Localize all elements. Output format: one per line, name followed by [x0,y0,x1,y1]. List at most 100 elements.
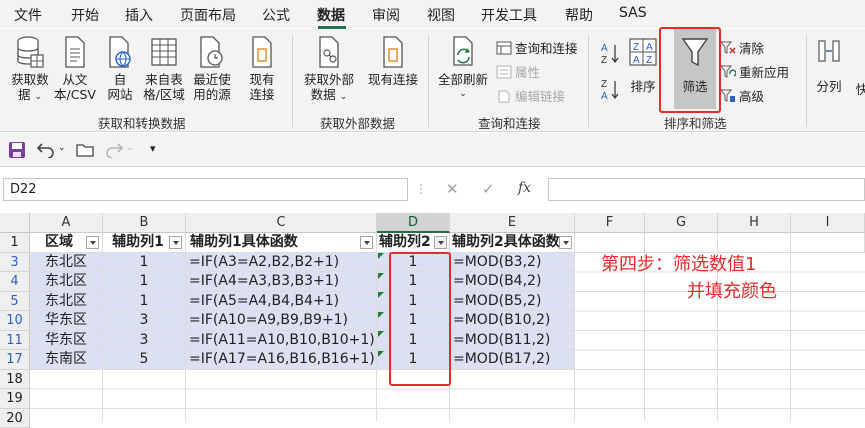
recent-sources-button[interactable]: 最近使 用的源 [190,35,234,102]
menu-developer[interactable]: 开发工具 [481,5,537,25]
from-table-range-button[interactable]: 来自表 格/区域 [140,35,188,102]
region-cell[interactable]: 东南区 [30,350,103,370]
filter-highlight-box [659,27,721,113]
aux1-cell[interactable]: 1 [103,272,186,292]
edit-links-button[interactable]: 编辑链接 [496,86,565,105]
get-external-data-button[interactable]: 获取外部 数据 ⌄ [298,35,360,105]
region-cell[interactable]: 东北区 [30,253,103,273]
column-header-f[interactable]: F [575,213,645,233]
menu-insert[interactable]: 插入 [125,5,153,25]
header-cell-aux2-func[interactable]: 辅助列2具体函数 [450,233,575,253]
name-box[interactable]: D22 [3,178,408,201]
aux1-func-cell[interactable]: =IF(A3=A2,B2,B2+1) [186,253,377,273]
row-header[interactable]: 1 [0,233,30,253]
customize-qat-icon[interactable]: ▾ [150,142,156,155]
column-header-e[interactable]: E [450,213,575,233]
row-header[interactable]: 4 [0,272,30,292]
open-folder-icon[interactable] [76,142,94,162]
aux1-cell[interactable]: 1 [103,253,186,273]
properties-button[interactable]: 属性 [496,62,540,81]
menu-help[interactable]: 帮助 [565,5,593,25]
queries-connections-button[interactable]: 查询和连接 [496,38,578,57]
get-data-label: 获取数 [6,72,54,87]
refresh-all-button[interactable]: 全部刷新 ⌄ [434,35,492,102]
column-header-i[interactable]: I [791,213,865,233]
recent-label: 最近使 [190,72,234,87]
enter-check-icon: ✓ [482,180,495,198]
aux1-cell[interactable]: 5 [103,350,186,370]
filter-dropdown-icon[interactable] [559,236,572,249]
sort-desc-button[interactable]: Z A [600,77,620,105]
from-text-csv-button[interactable]: 从文 本/CSV [52,35,98,102]
get-data-button[interactable]: 获取数 据 ⌄ [6,35,54,105]
menu-formulas[interactable]: 公式 [262,5,290,25]
row-header[interactable]: 11 [0,331,30,351]
aux2-func-cell[interactable]: =MOD(B5,2) [450,292,575,312]
advanced-button[interactable]: 高级 [720,86,764,105]
group-sort-filter-label: 排序和筛选 [664,113,727,132]
aux1-func-cell[interactable]: =IF(A5=A4,B4,B4+1) [186,292,377,312]
aux1-func-cell[interactable]: =IF(A17=A16,B16,B16+1) [186,350,377,370]
aux1-func-cell[interactable]: =IF(A10=A9,B9,B9+1) [186,311,377,331]
cell[interactable] [791,233,865,253]
header-cell-aux1-func[interactable]: 辅助列1具体函数 [186,233,377,253]
filter-dropdown-icon[interactable] [169,236,182,249]
aux2-func-cell[interactable]: =MOD(B11,2) [450,331,575,351]
from-web-button[interactable]: 自 网站 [102,35,138,102]
existing-connections-button[interactable]: 现有 连接 [242,35,282,102]
column-header-c[interactable]: C [186,213,377,233]
cancel-icon: ✕ [446,180,459,198]
sort-button[interactable]: Z A A Z 排序 [626,35,660,94]
reapply-button[interactable]: 重新应用 [720,62,789,81]
aux2-func-cell[interactable]: =MOD(B17,2) [450,350,575,370]
existing-connections-2-button[interactable]: 现有连接 [364,35,422,87]
filter-active-icon[interactable] [434,236,447,249]
text-to-columns-button[interactable]: 分列 [812,35,846,94]
aux1-func-cell[interactable]: =IF(A4=A3,B3,B3+1) [186,272,377,292]
insert-function-icon[interactable]: fx [518,180,531,196]
menu-sas[interactable]: SAS [619,5,647,21]
chevron-down-icon: ⌄ [434,87,492,102]
flash-fill-button[interactable]: 快 [852,35,865,97]
menu-data[interactable]: 数据 [317,5,345,25]
menu-page-layout[interactable]: 页面布局 [180,5,236,25]
menu-view[interactable]: 视图 [427,5,455,25]
aux2-func-cell[interactable]: =MOD(B3,2) [450,253,575,273]
save-icon[interactable] [8,141,26,163]
region-cell[interactable]: 东北区 [30,292,103,312]
menu-review[interactable]: 审阅 [372,5,400,25]
filter-dropdown-icon[interactable] [360,236,373,249]
undo-icon[interactable] [36,140,56,162]
clear-button[interactable]: 清除 [720,38,764,57]
region-cell[interactable]: 华东区 [30,331,103,351]
menu-bar: 文件 开始 插入 页面布局 公式 数据 审阅 视图 开发工具 帮助 SAS [0,0,865,28]
row-header[interactable]: 18 [0,370,30,390]
formula-input[interactable] [548,178,865,201]
row-header[interactable]: 17 [0,350,30,370]
aux1-func-cell[interactable]: =IF(A11=A10,B10,B10+1) [186,331,377,351]
menu-file[interactable]: 文件 [14,5,42,25]
column-header-g[interactable]: G [645,213,718,233]
row-header[interactable]: 19 [0,389,30,409]
undo-dropdown-icon[interactable]: ⌄ [58,143,66,153]
aux1-cell[interactable]: 3 [103,331,186,351]
select-all-corner[interactable] [0,213,30,233]
column-header-d[interactable]: D [377,213,450,233]
sort-asc-button[interactable]: A Z [600,41,620,69]
split-columns-icon [816,35,842,69]
region-cell[interactable]: 华东区 [30,311,103,331]
column-header-h[interactable]: H [718,213,791,233]
row-header[interactable]: 10 [0,311,30,331]
column-header-b[interactable]: B [103,213,186,233]
row-header[interactable]: 3 [0,253,30,273]
aux1-cell[interactable]: 3 [103,311,186,331]
aux2-func-cell[interactable]: =MOD(B4,2) [450,272,575,292]
aux1-cell[interactable]: 1 [103,292,186,312]
aux2-func-cell[interactable]: =MOD(B10,2) [450,311,575,331]
filter-dropdown-icon[interactable] [86,236,99,249]
region-cell[interactable]: 东北区 [30,272,103,292]
row-header[interactable]: 5 [0,292,30,312]
menu-home[interactable]: 开始 [71,5,99,25]
column-header-a[interactable]: A [30,213,103,233]
row-header[interactable]: 20 [0,409,30,428]
